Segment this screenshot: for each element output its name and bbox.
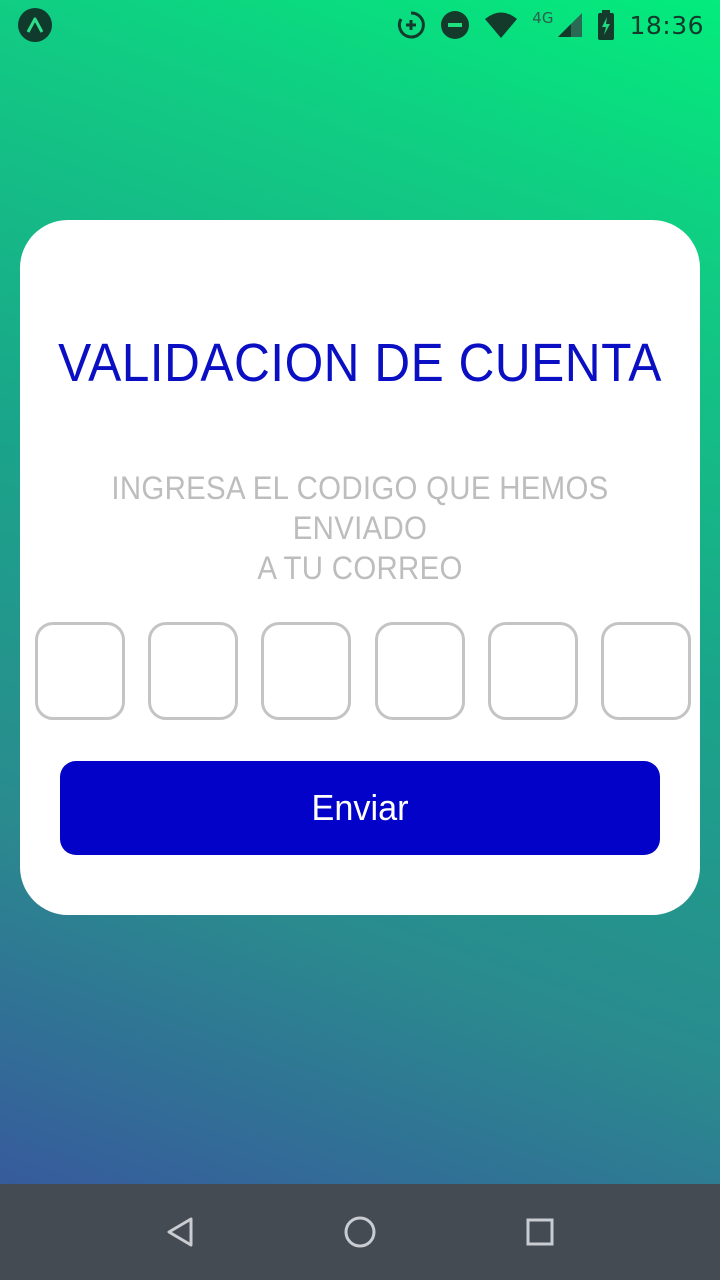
- app-launcher-icon: [18, 8, 52, 42]
- data-saver-icon: [396, 10, 426, 40]
- navigation-bar: [0, 1184, 720, 1280]
- code-digit-5[interactable]: [488, 622, 578, 720]
- page-title: VALIDACION DE CUENTA: [58, 333, 662, 393]
- instruction-text: INGRESA EL CODIGO QUE HEMOS ENVIADO A TU…: [66, 468, 655, 588]
- verification-code-input: [35, 622, 691, 720]
- home-icon[interactable]: [340, 1212, 380, 1252]
- status-bar: 4G 18:36: [0, 0, 720, 50]
- status-time: 18:36: [629, 10, 704, 40]
- code-digit-2[interactable]: [148, 622, 238, 720]
- battery-charging-icon: [597, 10, 615, 40]
- validation-card: VALIDACION DE CUENTA INGRESA EL CODIGO Q…: [20, 220, 700, 915]
- code-digit-1[interactable]: [35, 622, 125, 720]
- submit-button-label: Enviar: [311, 787, 409, 828]
- do-not-disturb-icon: [440, 10, 470, 40]
- back-icon[interactable]: [160, 1212, 200, 1252]
- code-digit-6[interactable]: [601, 622, 691, 720]
- wifi-icon: [484, 11, 518, 39]
- code-digit-4[interactable]: [375, 622, 465, 720]
- cell-signal-icon: [557, 12, 583, 38]
- code-digit-3[interactable]: [261, 622, 351, 720]
- instruction-line-1: INGRESA EL CODIGO QUE HEMOS ENVIADO: [111, 470, 609, 546]
- recents-icon[interactable]: [520, 1212, 560, 1252]
- submit-button[interactable]: Enviar: [60, 761, 660, 855]
- instruction-line-2: A TU CORREO: [257, 550, 463, 586]
- network-type-label: 4G: [532, 9, 554, 27]
